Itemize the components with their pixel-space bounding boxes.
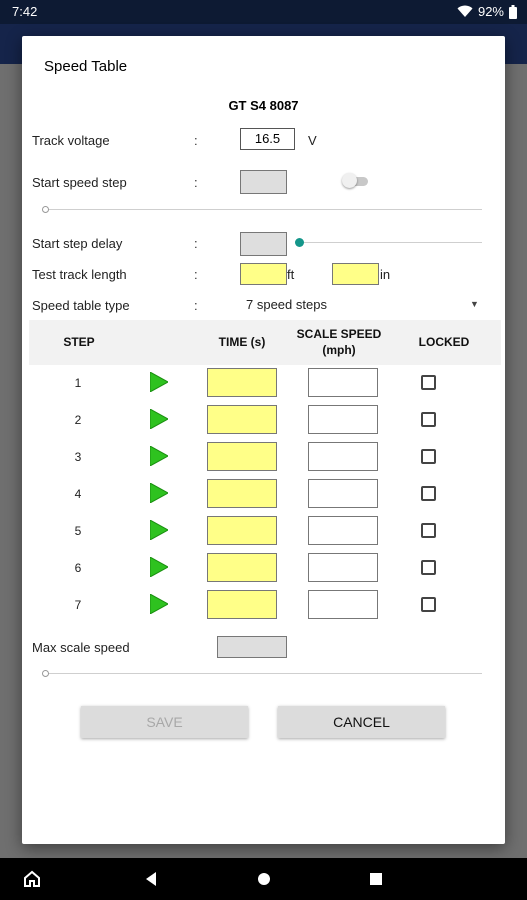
locked-checkbox[interactable] (421, 449, 436, 464)
step-number: 6 (74, 561, 82, 575)
time-input[interactable] (207, 405, 277, 434)
speed-table-type-label: Speed table type (32, 298, 130, 313)
start-step-delay-field[interactable] (240, 232, 287, 256)
battery-percent: 92% (477, 4, 504, 19)
step-number: 5 (74, 524, 82, 538)
scale-speed-input[interactable] (308, 368, 378, 397)
play-icon[interactable] (150, 372, 168, 392)
time-input[interactable] (207, 590, 277, 619)
play-icon[interactable] (150, 409, 168, 429)
play-icon[interactable] (150, 483, 168, 503)
scale-speed-input[interactable] (308, 590, 378, 619)
cancel-button[interactable]: CANCEL (278, 706, 445, 738)
navigation-bar (0, 858, 527, 900)
dropdown-arrow-icon[interactable]: ▼ (470, 299, 479, 309)
track-length-ft-input[interactable] (240, 263, 287, 285)
max-scale-speed-slider-thumb[interactable] (42, 670, 49, 677)
track-length-in-unit: in (380, 267, 391, 282)
dialog-title: Speed Table (44, 58, 128, 75)
time-input[interactable] (207, 368, 277, 397)
track-voltage-colon: : (194, 133, 198, 148)
status-icons: 92% (457, 4, 517, 19)
scale-speed-input[interactable] (308, 553, 378, 582)
speed-table-header: STEP TIME (s) SCALE SPEED (mph) LOCKED (29, 320, 501, 365)
scale-speed-input[interactable] (308, 442, 378, 471)
wifi-icon (457, 5, 473, 18)
play-icon[interactable] (150, 520, 168, 540)
status-time: 7:42 (12, 4, 38, 19)
speed-table-type-colon: : (194, 298, 198, 313)
start-speed-step-label: Start speed step (32, 175, 127, 190)
scale-speed-input[interactable] (308, 516, 378, 545)
locked-checkbox[interactable] (421, 597, 436, 612)
header-time: TIME (s) (218, 335, 266, 349)
start-step-delay-slider[interactable] (300, 242, 482, 243)
speed-table-type-dropdown[interactable]: 7 speed steps (246, 297, 486, 315)
max-scale-speed-slider[interactable] (44, 673, 482, 674)
step-number: 4 (74, 487, 82, 501)
step-number: 3 (74, 450, 82, 464)
locked-checkbox[interactable] (421, 486, 436, 501)
track-voltage-unit: V (308, 133, 317, 148)
home-icon[interactable] (23, 870, 41, 888)
header-scale-speed-unit: (mph) (322, 343, 356, 357)
step-number: 1 (74, 376, 82, 390)
time-input[interactable] (207, 553, 277, 582)
step-number: 2 (74, 413, 82, 427)
start-speed-step-field[interactable] (240, 170, 287, 194)
track-length-ft-unit: ft (287, 267, 295, 282)
time-input[interactable] (207, 516, 277, 545)
status-bar: 7:42 92% (0, 0, 527, 24)
scale-speed-input[interactable] (308, 479, 378, 508)
test-track-length-colon: : (194, 267, 198, 282)
start-step-delay-colon: : (194, 236, 198, 251)
start-speed-step-toggle[interactable] (342, 173, 368, 188)
max-scale-speed-label: Max scale speed (32, 640, 130, 655)
time-input[interactable] (207, 442, 277, 471)
test-track-length-label: Test track length (32, 267, 127, 282)
toggle-thumb (342, 173, 357, 188)
step-number: 7 (74, 598, 82, 612)
time-input[interactable] (207, 479, 277, 508)
play-icon[interactable] (150, 594, 168, 614)
start-speed-step-slider-thumb[interactable] (42, 206, 49, 213)
track-voltage-input[interactable]: 16.5 (240, 128, 295, 150)
locked-checkbox[interactable] (421, 523, 436, 538)
header-locked: LOCKED (418, 335, 470, 349)
header-scale-speed: SCALE SPEED (296, 327, 382, 341)
recents-icon[interactable] (368, 870, 384, 888)
home-circle-icon[interactable] (256, 870, 272, 888)
scale-speed-input[interactable] (308, 405, 378, 434)
locomotive-name: GT S4 8087 (228, 98, 299, 113)
track-voltage-label: Track voltage (32, 133, 110, 148)
track-length-in-input[interactable] (332, 263, 379, 285)
battery-icon (509, 4, 517, 19)
start-step-delay-label: Start step delay (32, 236, 123, 251)
start-speed-step-colon: : (194, 175, 198, 190)
locked-checkbox[interactable] (421, 412, 436, 427)
speed-table-dialog: Speed Table GT S4 8087 Track voltage : 1… (22, 36, 505, 844)
start-step-delay-slider-thumb[interactable] (295, 238, 304, 247)
play-icon[interactable] (150, 557, 168, 577)
back-icon[interactable] (143, 870, 159, 888)
locked-checkbox[interactable] (421, 560, 436, 575)
save-button[interactable]: SAVE (81, 706, 248, 738)
header-step: STEP (63, 335, 95, 349)
start-speed-step-slider[interactable] (44, 209, 482, 210)
locked-checkbox[interactable] (421, 375, 436, 390)
max-scale-speed-field[interactable] (217, 636, 287, 658)
play-icon[interactable] (150, 446, 168, 466)
